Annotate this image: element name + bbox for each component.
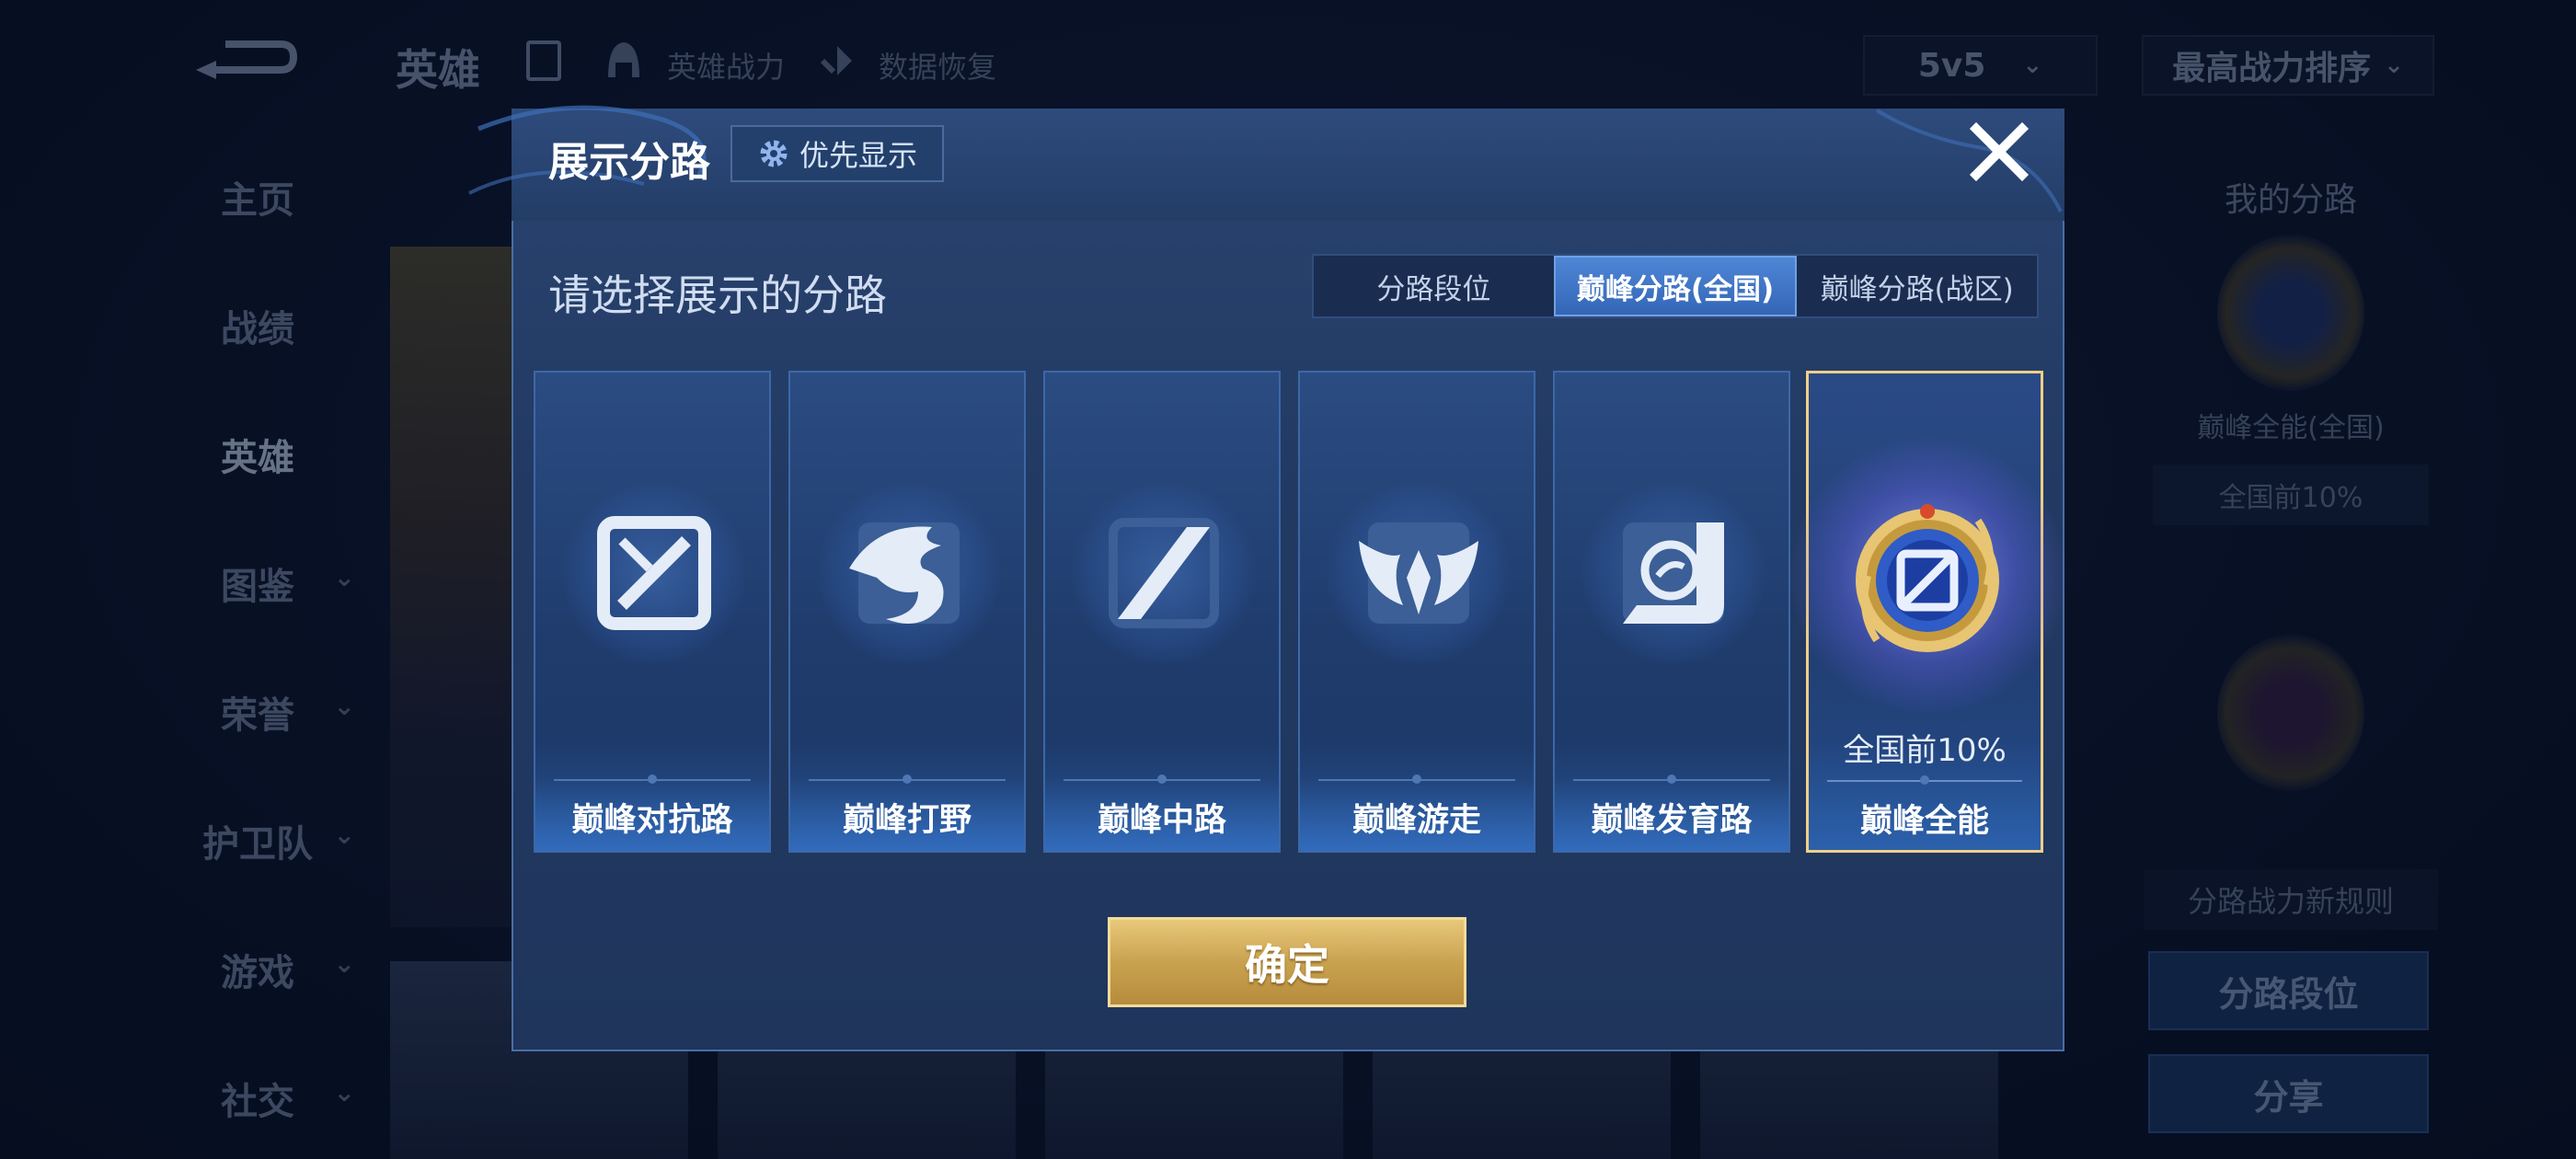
jungle-dragon-icon	[849, 522, 960, 624]
lane-card-farm[interactable]: 巅峰发育路	[1553, 371, 1790, 853]
priority-display-button[interactable]: 优先显示	[730, 125, 944, 182]
confirm-button[interactable]: 确定	[1108, 917, 1466, 1007]
farm-lane-icon	[1623, 522, 1724, 624]
close-icon[interactable]	[1969, 121, 2030, 182]
lane-label: 巅峰全能	[1859, 803, 1989, 840]
lane-label: 巅峰打野	[842, 802, 972, 839]
national-rank-text: 全国前10%	[1843, 732, 2007, 769]
lane-card-clash[interactable]: 巅峰对抗路	[534, 371, 771, 853]
lane-label: 巅峰发育路	[1591, 802, 1753, 839]
tab-peak-national[interactable]: 巅峰分路(全国)	[1553, 256, 1798, 316]
lane-card-jungle[interactable]: 巅峰打野	[788, 371, 1026, 853]
priority-display-label: 优先显示	[799, 138, 917, 173]
all-round-emblem-icon	[1856, 504, 1999, 652]
lane-label: 巅峰对抗路	[571, 802, 733, 839]
tab-peak-region[interactable]: 巅峰分路(战区)	[1797, 256, 2037, 316]
lane-tab-group: 分路段位 巅峰分路(全国) 巅峰分路(战区)	[1312, 254, 2039, 318]
mid-lane-icon	[1109, 518, 1219, 628]
lane-label: 巅峰中路	[1097, 802, 1226, 839]
clash-lane-icon	[597, 516, 711, 630]
roam-wings-icon	[1359, 522, 1478, 624]
lane-card-roam[interactable]: 巅峰游走	[1298, 371, 1535, 853]
selection-prompt: 请选择展示的分路	[548, 270, 887, 320]
lane-card-mid[interactable]: 巅峰中路	[1043, 371, 1281, 853]
tab-lane-rank[interactable]: 分路段位	[1314, 256, 1554, 316]
dialog-title: 展示分路	[548, 139, 710, 186]
decorative-swirl	[1875, 109, 2063, 212]
lane-label: 巅峰游走	[1351, 802, 1481, 839]
gear-icon	[760, 140, 788, 167]
lane-card-all-round[interactable]: 全国前10% 巅峰全能	[1790, 371, 2066, 853]
